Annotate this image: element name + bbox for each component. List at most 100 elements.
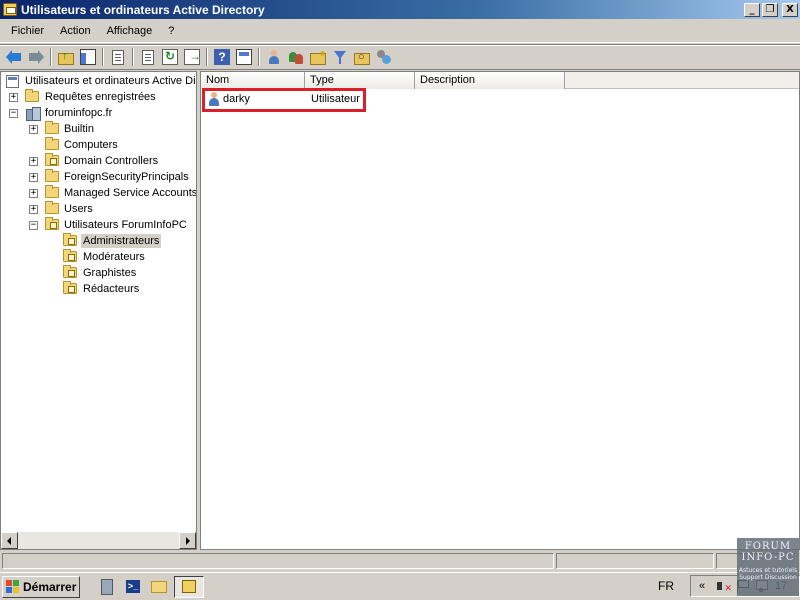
show-hidden-icons-chevron-icon[interactable]: « xyxy=(695,579,709,593)
tree-item-builtin[interactable]: + Builtin xyxy=(1,121,196,137)
ou-icon xyxy=(63,265,77,278)
tree-item-label: Graphistes xyxy=(83,267,137,279)
powershell-icon: >_ xyxy=(126,580,140,593)
tree-item-foreign-security[interactable]: + ForeignSecurityPrincipals xyxy=(1,169,196,185)
copy-button[interactable] xyxy=(107,46,129,68)
folder-icon xyxy=(45,201,59,214)
ad-users-computers-icon xyxy=(182,580,196,593)
tree-item-label: Requêtes enregistrées xyxy=(45,91,156,103)
new-user-button[interactable] xyxy=(263,46,285,68)
windows-logo-icon xyxy=(6,579,20,594)
tree-item-label: Builtin xyxy=(64,123,94,135)
up-level-icon xyxy=(58,50,74,65)
expand-icon[interactable]: + xyxy=(29,156,38,166)
status-cell-secondary xyxy=(556,553,714,569)
tree-item-graphistes[interactable]: Graphistes xyxy=(1,265,196,281)
results-pane[interactable]: Nom Type Description darky Utilisateur xyxy=(200,71,800,550)
collapse-icon[interactable]: − xyxy=(29,220,38,230)
speaker-muted-icon[interactable] xyxy=(715,579,732,595)
column-header-description[interactable]: Description xyxy=(415,72,565,89)
tree-root-label: Utilisateurs et ordinateurs Active Di xyxy=(25,75,196,87)
minimize-button[interactable]: _ xyxy=(744,2,760,17)
restore-button[interactable]: ❐ xyxy=(762,2,778,17)
watermark-line2: INFO-PC xyxy=(741,552,795,563)
tree-item-administrateurs[interactable]: Administrateurs xyxy=(1,233,196,249)
up-level-button[interactable] xyxy=(55,46,77,68)
new-ou-button[interactable] xyxy=(307,46,329,68)
refresh-button[interactable] xyxy=(159,46,181,68)
tree-item-label: foruminfopc.fr xyxy=(45,107,113,119)
new-group-icon xyxy=(288,49,304,65)
refresh-icon xyxy=(162,49,178,65)
server-manager-button[interactable] xyxy=(96,576,118,598)
forward-button[interactable] xyxy=(25,46,47,68)
properties-icon xyxy=(142,49,154,65)
forum-info-pc-watermark: FORUM INFO-PC Astuces et tutoriels Suppo… xyxy=(737,538,799,596)
forward-arrow-icon xyxy=(28,49,44,65)
tree-item-computers[interactable]: Computers xyxy=(1,137,196,153)
explorer-button[interactable] xyxy=(148,576,170,598)
ou-icon xyxy=(45,153,59,166)
tree-item-label: Managed Service Accounts xyxy=(64,187,197,199)
help-button[interactable]: ? xyxy=(211,46,233,68)
filter-icon xyxy=(332,49,348,65)
expand-icon[interactable]: + xyxy=(29,188,38,198)
horizontal-scrollbar[interactable] xyxy=(1,532,196,549)
tree-item-utilisateurs-foruminfopc[interactable]: − Utilisateurs ForumInfoPC xyxy=(1,217,196,233)
close-button[interactable]: X xyxy=(782,2,798,17)
mmc-view-button[interactable] xyxy=(233,46,255,68)
add-to-group-button[interactable] xyxy=(373,46,395,68)
scroll-right-icon[interactable] xyxy=(179,532,196,549)
domain-icon xyxy=(25,106,41,121)
export-list-button[interactable] xyxy=(181,46,203,68)
tree-item-label: Domain Controllers xyxy=(64,155,159,167)
back-arrow-icon xyxy=(6,49,22,65)
show-hide-tree-button[interactable] xyxy=(77,46,99,68)
expand-icon[interactable]: + xyxy=(29,172,38,182)
toolbar-separator xyxy=(102,48,104,66)
tree-item-label: Computers xyxy=(64,139,118,151)
toolbar-separator xyxy=(206,48,208,66)
tree-item-label: Modérateurs xyxy=(83,251,145,263)
tree-item-domain-controllers[interactable]: + Domain Controllers xyxy=(1,153,196,169)
tree-item-label: Users xyxy=(64,203,93,215)
powershell-button[interactable]: >_ xyxy=(122,576,144,598)
back-button[interactable] xyxy=(3,46,25,68)
collapse-icon[interactable]: − xyxy=(9,108,18,118)
tree-item-redacteurs[interactable]: Rédacteurs xyxy=(1,281,196,297)
help-icon: ? xyxy=(214,49,230,65)
tree-item-domain[interactable]: − foruminfopc.fr xyxy=(1,105,196,121)
start-button[interactable]: Démarrer xyxy=(2,575,80,598)
tree-root[interactable]: Utilisateurs et ordinateurs Active Di xyxy=(1,73,196,89)
taskbar-item-ad-users[interactable] xyxy=(174,575,204,598)
column-header-type[interactable]: Type xyxy=(305,72,415,89)
filter-button[interactable] xyxy=(329,46,351,68)
tree-item-moderateurs[interactable]: Modérateurs xyxy=(1,249,196,265)
tree-item-label: ForeignSecurityPrincipals xyxy=(64,171,189,183)
copy-icon xyxy=(112,49,124,65)
find-button[interactable] xyxy=(351,46,373,68)
expand-icon[interactable]: + xyxy=(29,204,38,214)
tree-item-users[interactable]: + Users xyxy=(1,201,196,217)
properties-button[interactable] xyxy=(137,46,159,68)
expand-icon[interactable]: + xyxy=(9,92,18,102)
menu-help[interactable]: ? xyxy=(160,23,182,39)
ad-users-computers-icon xyxy=(3,3,17,16)
tree-item-label: Utilisateurs ForumInfoPC xyxy=(64,219,187,231)
menu-affichage[interactable]: Affichage xyxy=(99,23,161,39)
add-to-group-icon xyxy=(376,49,392,65)
menu-action[interactable]: Action xyxy=(52,23,99,39)
new-group-button[interactable] xyxy=(285,46,307,68)
scroll-left-icon[interactable] xyxy=(1,532,18,549)
taskbar: Démarrer >_ FR « 17 xyxy=(0,572,800,600)
tree-item-managed-service-accounts[interactable]: + Managed Service Accounts xyxy=(1,185,196,201)
column-header-nom[interactable]: Nom xyxy=(201,72,305,89)
list-header: Nom Type Description xyxy=(201,72,799,89)
console-tree[interactable]: Utilisateurs et ordinateurs Active Di + … xyxy=(0,71,197,550)
language-indicator[interactable]: FR xyxy=(658,579,674,593)
tree-item-saved-queries[interactable]: + Requêtes enregistrées xyxy=(1,89,196,105)
expand-icon[interactable]: + xyxy=(29,124,38,134)
menu-fichier[interactable]: Fichier xyxy=(3,23,52,39)
annotation-highlight-box xyxy=(202,88,366,112)
tree-item-label: Rédacteurs xyxy=(83,283,140,295)
